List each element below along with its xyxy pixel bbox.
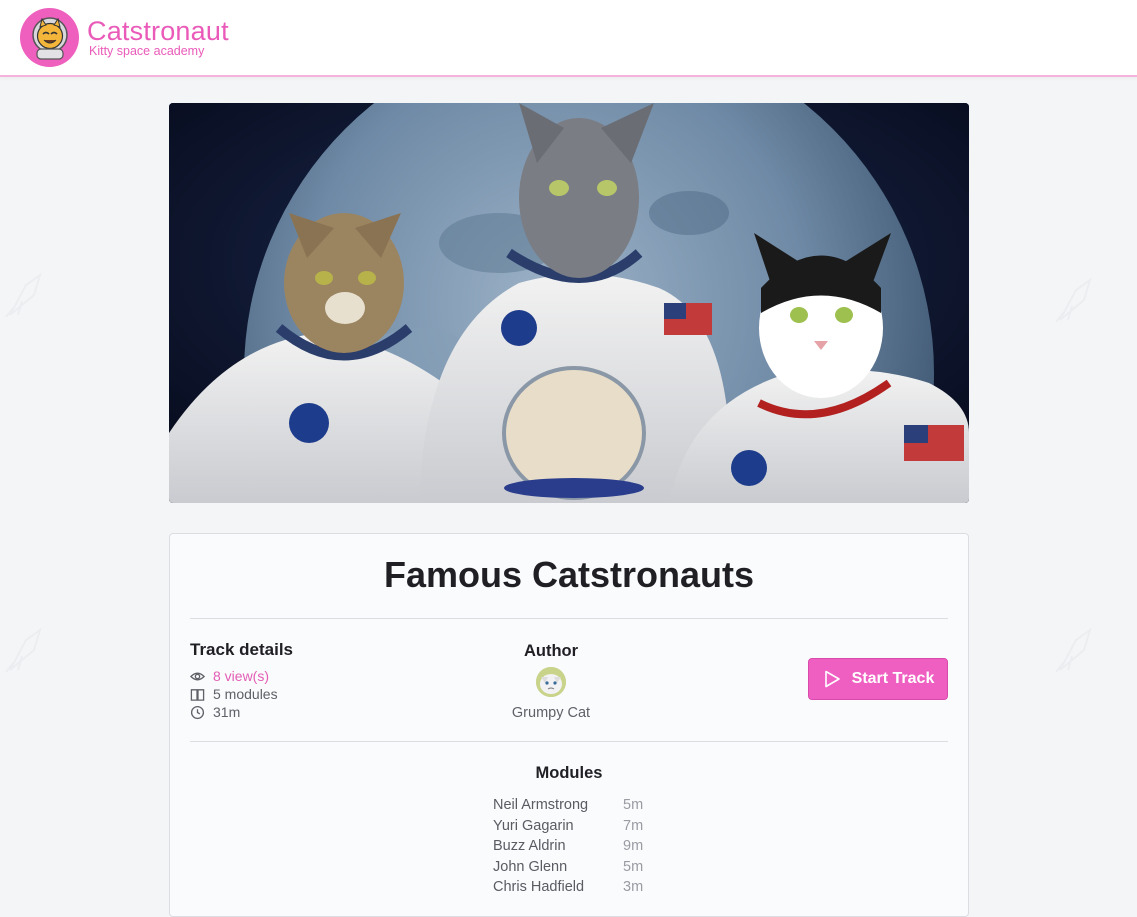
- rocket-doodle: [1055, 277, 1092, 323]
- grumpy-cat-avatar-icon: [536, 667, 566, 697]
- module-length: 9m: [623, 838, 644, 855]
- author-avatar[interactable]: [536, 667, 566, 697]
- start-track-button[interactable]: Start Track: [808, 658, 948, 700]
- brand-name[interactable]: Catstronaut: [87, 16, 229, 47]
- start-track-label: Start Track: [851, 670, 935, 687]
- module-item[interactable]: Yuri Gagarin 7m: [493, 816, 643, 837]
- module-item[interactable]: John Glenn 5m: [493, 857, 643, 878]
- module-name: John Glenn: [493, 858, 568, 875]
- rocket-doodle: [5, 272, 42, 318]
- cat-astronaut-logo-icon: [31, 16, 68, 60]
- divider: [190, 741, 948, 742]
- module-length: 7m: [623, 817, 644, 834]
- logo[interactable]: [20, 8, 79, 67]
- views-count: 8 view(s): [213, 668, 270, 684]
- module-name: Buzz Aldrin: [493, 838, 566, 855]
- brand-tagline: Kitty space academy: [89, 44, 205, 58]
- module-length: 5m: [623, 797, 644, 814]
- book-icon: [190, 688, 205, 701]
- eye-icon: [190, 672, 205, 680]
- modules-count: 5 modules: [213, 686, 278, 702]
- divider: [190, 618, 948, 619]
- track-duration: 31m: [213, 704, 241, 720]
- module-item[interactable]: Chris Hadfield 3m: [493, 877, 643, 898]
- module-item[interactable]: Buzz Aldrin 9m: [493, 836, 643, 857]
- module-name: Yuri Gagarin: [493, 817, 574, 834]
- site-header: Catstronaut Kitty space academy: [0, 0, 1137, 77]
- rocket-doodle: [1055, 627, 1092, 673]
- track-title: Famous Catstronauts: [383, 554, 755, 595]
- author-name[interactable]: Grumpy Cat: [470, 705, 632, 721]
- module-name: Neil Armstrong: [493, 797, 589, 814]
- duration-row: 31m: [190, 704, 240, 720]
- track-details-heading: Track details: [190, 640, 294, 659]
- modules-count-row: 5 modules: [190, 686, 278, 702]
- module-length: 3m: [623, 879, 644, 896]
- rocket-doodle: [5, 627, 42, 673]
- track-card: Famous Catstronauts Track details 8 view…: [169, 533, 969, 917]
- track-hero-image: [169, 103, 969, 503]
- play-icon: [824, 670, 840, 688]
- views-row: 8 view(s): [190, 668, 269, 684]
- module-name: Chris Hadfield: [493, 879, 585, 896]
- module-item[interactable]: Neil Armstrong 5m: [493, 795, 643, 816]
- module-list: Neil Armstrong 5m Yuri Gagarin 7m Buzz A…: [493, 795, 643, 898]
- module-length: 5m: [623, 858, 644, 875]
- modules-heading: Modules: [535, 764, 603, 782]
- clock-icon: [190, 705, 205, 719]
- author-heading: Author: [523, 642, 579, 660]
